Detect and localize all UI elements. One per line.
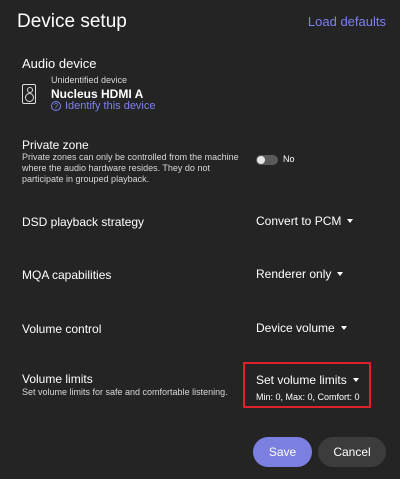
dialog-title: Device setup	[17, 11, 127, 32]
device-name: Nucleus HDMI A	[51, 87, 144, 101]
volume-limits-description: Set volume limits for safe and comfortab…	[22, 387, 228, 397]
volume-control-value: Device volume	[256, 321, 335, 335]
speaker-icon	[22, 84, 36, 104]
save-button[interactable]: Save	[253, 437, 312, 467]
mqa-dropdown[interactable]: Renderer only	[256, 267, 344, 281]
device-status: Unidentified device	[51, 75, 128, 85]
dsd-value: Convert to PCM	[256, 214, 342, 228]
dsd-dropdown[interactable]: Convert to PCM	[256, 214, 354, 228]
private-zone-description-3: participate in grouped playback.	[22, 174, 150, 184]
private-zone-label: Private zone	[22, 138, 89, 152]
dsd-label: DSD playback strategy	[22, 215, 145, 229]
private-zone-toggle-label: No	[283, 154, 295, 164]
cancel-button[interactable]: Cancel	[318, 437, 386, 467]
volume-limits-value: Set volume limits	[256, 373, 347, 387]
caret-down-icon	[352, 378, 359, 382]
identify-device-link[interactable]: ? Identify this device	[51, 100, 156, 112]
private-zone-toggle[interactable]	[256, 155, 278, 165]
private-zone-description-1: Private zones can only be controlled fro…	[22, 152, 239, 162]
volume-limits-label: Volume limits	[22, 372, 93, 386]
load-defaults-link[interactable]: Load defaults	[308, 14, 386, 29]
mqa-value: Renderer only	[256, 267, 332, 281]
caret-down-icon	[340, 326, 347, 330]
caret-down-icon	[347, 219, 354, 223]
audio-device-label: Audio device	[22, 56, 97, 71]
question-circle-icon: ?	[51, 101, 61, 111]
volume-limits-dropdown[interactable]: Set volume limits	[256, 373, 359, 387]
private-zone-description-2: where the audio hardware resides. They d…	[22, 163, 210, 173]
caret-down-icon	[337, 272, 344, 276]
mqa-label: MQA capabilities	[22, 268, 112, 282]
volume-control-label: Volume control	[22, 322, 102, 336]
volume-limits-summary: Min: 0, Max: 0, Comfort: 0	[256, 392, 360, 402]
identify-device-label: Identify this device	[65, 100, 156, 112]
volume-control-dropdown[interactable]: Device volume	[256, 321, 347, 335]
